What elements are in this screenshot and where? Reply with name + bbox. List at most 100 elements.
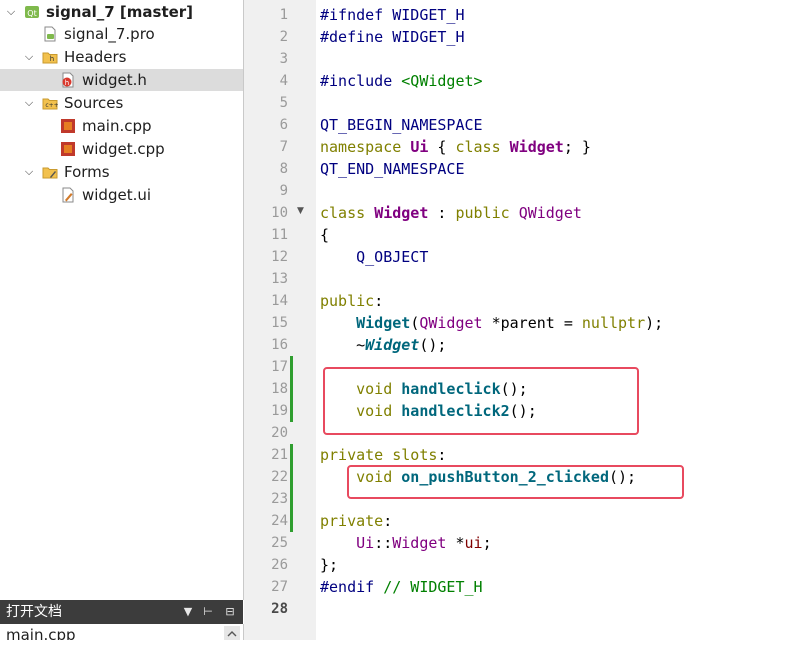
tree-item-forms[interactable]: ⌵ Forms (0, 161, 243, 183)
tree-item-main-cpp[interactable]: main.cpp (0, 115, 243, 137)
line-number: 6 (279, 117, 288, 133)
code-token: : (428, 204, 456, 222)
pro-file-label: signal_7.pro (64, 25, 155, 43)
file-label: widget.cpp (82, 140, 165, 158)
line-number: 15 (271, 315, 288, 331)
change-marker (290, 400, 293, 422)
change-marker (290, 378, 293, 400)
code-line: Ui::Widget *ui; (320, 532, 492, 554)
chevron-down-icon[interactable]: ⌵ (22, 92, 36, 114)
line-number: 4 (279, 73, 288, 89)
ui-file-icon (62, 187, 74, 203)
line-number: 25 (271, 535, 288, 551)
open-documents-list: main.cpp (0, 624, 244, 640)
file-label: widget.ui (82, 186, 152, 204)
line-number: 13 (271, 271, 288, 287)
code-line: namespace Ui { class Widget; } (320, 136, 591, 158)
headers-folder-icon: h (42, 52, 58, 64)
change-marker (290, 356, 293, 378)
code-token: ~ (320, 336, 366, 354)
code-token: #endif (320, 578, 384, 596)
tree-item-sources[interactable]: ⌵ c++ Sources (0, 92, 243, 114)
line-number: 27 (271, 579, 288, 595)
code-line: QT_BEGIN_NAMESPACE (320, 114, 483, 136)
code-line: }; (320, 554, 338, 576)
line-number: 5 (279, 95, 288, 111)
code-line: Widget(QWidget *parent = nullptr); (320, 312, 663, 334)
chevron-down-icon[interactable]: ⌵ (4, 1, 18, 23)
scroll-up-button[interactable] (224, 626, 240, 640)
line-number: 8 (279, 161, 288, 177)
change-marker (290, 488, 293, 510)
code-token: QWidget (518, 204, 582, 222)
tree-item-pro-file[interactable]: signal_7.pro (0, 23, 243, 45)
project-tree-panel: ⌵ Qt signal_7 [master] signal_7.pro ⌵ h … (0, 0, 244, 600)
code-token: : (374, 292, 384, 310)
chevron-down-icon[interactable]: ⌵ (22, 161, 36, 183)
code-token: #include (320, 72, 402, 90)
line-number: 2 (279, 29, 288, 45)
tree-item-project-root[interactable]: ⌵ Qt signal_7 [master] (0, 1, 243, 23)
line-number: 16 (271, 337, 288, 353)
line-number: 24 (271, 513, 288, 529)
code-token: QT_BEGIN_NAMESPACE (320, 116, 483, 134)
project-root-label: signal_7 [master] (46, 3, 194, 21)
line-number: 9 (279, 183, 288, 199)
code-line: private slots: (320, 444, 446, 466)
code-token: QWidget (419, 314, 483, 332)
line-number: 28 (271, 601, 288, 617)
code-line: { (320, 224, 329, 246)
line-number: 11 (271, 227, 288, 243)
sources-label: Sources (64, 94, 124, 112)
code-token: *parent = (482, 314, 582, 332)
chevron-down-icon[interactable]: ⌵ (22, 46, 36, 68)
code-token: <QWidget> (401, 72, 483, 90)
line-number: 14 (271, 293, 288, 309)
line-number: 26 (271, 557, 288, 573)
line-number: 12 (271, 249, 288, 265)
code-token: slots (392, 446, 438, 464)
line-number: 21 (271, 447, 288, 463)
code-token: : (383, 512, 393, 530)
code-token: Ui (410, 138, 429, 156)
close-pane-icon[interactable]: ⊟ (222, 600, 238, 624)
cpp-file-icon (61, 119, 75, 133)
open-documents-title: 打开文档 (6, 604, 62, 620)
code-line: ~Widget(); (320, 334, 446, 356)
code-line: class Widget : public QWidget (320, 202, 582, 224)
tree-item-headers[interactable]: ⌵ h Headers (0, 46, 243, 68)
open-document-item[interactable]: main.cpp (6, 624, 76, 640)
tree-item-widget-h[interactable]: h widget.h (0, 69, 243, 91)
dropdown-arrow-icon[interactable]: ▼ (180, 600, 196, 624)
forms-folder-icon (42, 167, 58, 179)
code-token: public (455, 204, 519, 222)
change-marker (290, 466, 293, 488)
code-token: ; (482, 534, 492, 552)
code-line: QT_END_NAMESPACE (320, 158, 465, 180)
fold-arrow-icon[interactable]: ▼ (297, 200, 304, 222)
code-token: Q_OBJECT (356, 248, 429, 266)
code-token: Widget (392, 534, 447, 552)
code-token: : (437, 446, 447, 464)
split-view-icon[interactable]: ⊢ (200, 600, 216, 624)
file-label: widget.h (82, 71, 147, 89)
code-token: ); (645, 314, 664, 332)
code-token: private (320, 446, 393, 464)
code-line: #define WIDGET_H (320, 26, 465, 48)
code-token: public (320, 292, 375, 310)
chevron-up-icon (227, 631, 237, 637)
code-line: #include <QWidget> (320, 70, 483, 92)
tree-item-widget-ui[interactable]: widget.ui (0, 184, 243, 206)
code-token: }; (320, 556, 339, 574)
code-token: namespace (320, 138, 411, 156)
code-token: { (320, 226, 330, 244)
highlight-box-handleclick (323, 367, 639, 435)
line-number: 22 (271, 469, 288, 485)
change-marker (290, 444, 293, 466)
code-token: { (428, 138, 456, 156)
tree-item-widget-cpp[interactable]: widget.cpp (0, 138, 243, 160)
forms-label: Forms (64, 163, 110, 181)
line-number: 1 (279, 7, 288, 23)
